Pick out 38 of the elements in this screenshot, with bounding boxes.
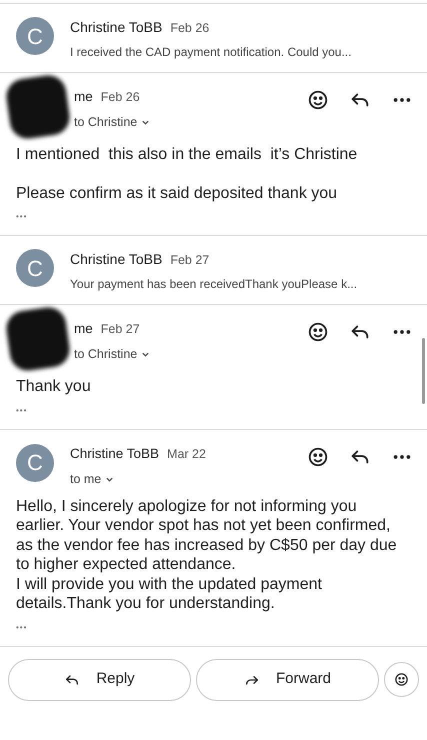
message-date: Feb 27 [170,252,210,269]
message-date: Feb 26 [170,20,210,37]
sender-name: me [74,88,93,106]
message-text: Please confirm as it said deposited thank you [16,184,338,203]
chevron-down-icon [141,118,150,128]
sender-name: Christine ToBB [70,250,162,269]
message-text: I mentioned this also in the emails it’s Christine [16,145,358,164]
message-date: Feb 26 [100,89,140,106]
forward-button[interactable]: Forward [196,658,379,700]
message-text: Hello, I sincerely apologize for not informing you earlier. Your vendor spot has not yet been confirmed, as the vendor fee has increased by C$50 per day due to higher expected attendance. [16,496,398,574]
sender-name: Christine ToBB [70,444,160,462]
message-text: Thank you [16,377,92,396]
emoji-icon[interactable] [307,446,329,468]
recipient-dropdown[interactable]: to me [70,470,114,488]
emoji-button[interactable] [384,662,419,697]
emoji-icon[interactable] [307,321,329,343]
recipient-dropdown[interactable]: to Christine [74,113,150,132]
chevron-down-icon [141,350,150,360]
avatar: C [16,444,54,482]
scrollbar [422,338,425,404]
sender-name: me [74,320,93,338]
redacted-avatar [4,305,72,373]
message-text: I will provide you with the updated payment details.Thank you for understanding. [16,574,323,614]
show-trimmed-button[interactable]: ••• [16,622,28,634]
message-snippet: Your payment has been receivedThank youPlease k... [70,276,358,293]
show-trimmed-button[interactable]: ••• [16,404,28,416]
message-date: Mar 22 [167,446,206,462]
message-snippet: I received the CAD payment notification. Could you... [70,44,352,61]
avatar: C [16,17,54,55]
reply-button[interactable]: Reply [8,658,191,700]
sender-name: Christine ToBB [70,18,162,37]
emoji-icon [394,672,409,687]
emoji-icon[interactable] [307,89,329,111]
recipient-dropdown[interactable]: to Christine [74,345,150,364]
redacted-avatar [4,73,72,141]
avatar: C [16,249,54,287]
show-trimmed-button[interactable]: ••• [16,211,28,223]
message-date: Feb 27 [100,321,140,338]
